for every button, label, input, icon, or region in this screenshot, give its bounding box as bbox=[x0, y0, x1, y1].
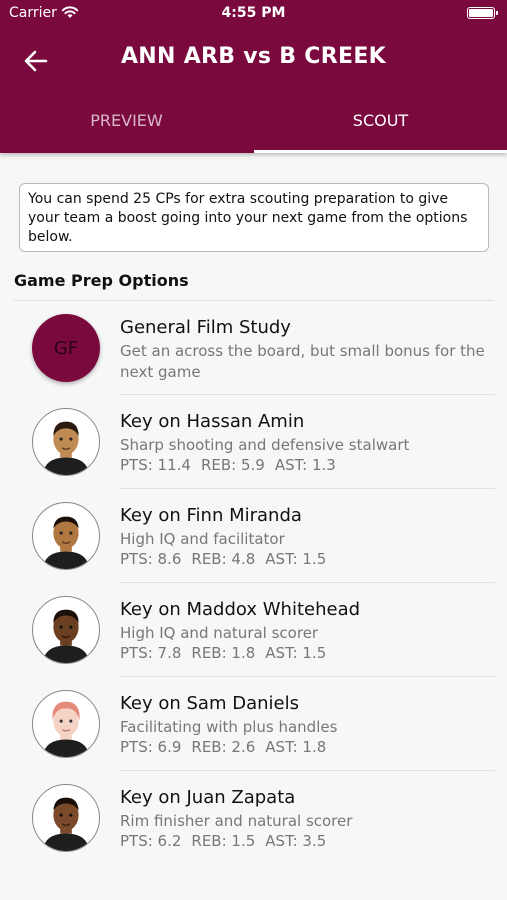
option-title: Key on Hassan Amin bbox=[120, 411, 305, 432]
option-description: High IQ and natural scorer bbox=[120, 624, 319, 642]
option-player[interactable]: Key on Juan Zapata Rim finisher and natu… bbox=[0, 771, 507, 865]
option-description: Get an across the board, but small bonus… bbox=[120, 342, 485, 381]
player-avatar bbox=[32, 408, 100, 476]
scouting-info-box: You can spend 25 CPs for extra scouting … bbox=[19, 183, 489, 252]
player-avatar bbox=[32, 596, 100, 664]
active-tab-indicator bbox=[254, 150, 507, 153]
option-title: General Film Study bbox=[120, 317, 291, 338]
player-stats: PTS: 6.2 REB: 1.5 AST: 3.5 bbox=[120, 832, 336, 850]
player-avatar bbox=[32, 502, 100, 570]
option-player[interactable]: Key on Finn Miranda High IQ and facilita… bbox=[0, 489, 507, 583]
player-stats: PTS: 6.9 REB: 2.6 AST: 1.8 bbox=[120, 738, 336, 756]
stat-ast: AST: 1.3 bbox=[274, 456, 336, 474]
option-description: Rim finisher and natural scorer bbox=[120, 812, 353, 830]
option-title: Key on Finn Miranda bbox=[120, 505, 302, 526]
option-general-film-study[interactable]: GF General Film Study Get an across the … bbox=[0, 301, 507, 395]
stat-reb: REB: 2.6 bbox=[191, 738, 256, 756]
stat-reb: REB: 1.5 bbox=[191, 832, 256, 850]
option-description: High IQ and facilitator bbox=[120, 530, 285, 548]
player-avatar-icon bbox=[42, 421, 90, 475]
player-stats: PTS: 11.4 REB: 5.9 AST: 1.3 bbox=[120, 456, 346, 474]
option-title: Key on Sam Daniels bbox=[120, 693, 299, 714]
option-title: Key on Juan Zapata bbox=[120, 787, 296, 808]
option-player[interactable]: Key on Hassan Amin Sharp shooting and de… bbox=[0, 395, 507, 489]
battery-icon bbox=[467, 7, 498, 19]
player-stats: PTS: 7.8 REB: 1.8 AST: 1.5 bbox=[120, 644, 336, 662]
player-stats: PTS: 8.6 REB: 4.8 AST: 1.5 bbox=[120, 550, 336, 568]
player-avatar-icon bbox=[42, 516, 90, 569]
stat-ast: AST: 3.5 bbox=[265, 832, 327, 850]
stat-pts: PTS: 8.6 bbox=[120, 550, 182, 568]
player-avatar-icon bbox=[42, 797, 90, 851]
player-avatar-icon bbox=[42, 609, 90, 663]
status-bar: Carrier 4:55 PM bbox=[0, 0, 507, 28]
stat-pts: PTS: 11.4 bbox=[120, 456, 191, 474]
page-title: ANN ARB vs B CREEK bbox=[120, 44, 387, 69]
stat-reb: REB: 1.8 bbox=[191, 644, 256, 662]
game-prep-options-list: GF General Film Study Get an across the … bbox=[0, 301, 507, 865]
option-player[interactable]: Key on Sam Daniels Facilitating with plu… bbox=[0, 677, 507, 771]
option-description: Facilitating with plus handles bbox=[120, 718, 338, 736]
stat-pts: PTS: 6.2 bbox=[120, 832, 182, 850]
option-player[interactable]: Key on Maddox Whitehead High IQ and natu… bbox=[0, 583, 507, 677]
player-avatar bbox=[32, 784, 100, 852]
player-avatar bbox=[32, 690, 100, 758]
stat-reb: REB: 4.8 bbox=[191, 550, 256, 568]
stat-ast: AST: 1.8 bbox=[265, 738, 327, 756]
stat-ast: AST: 1.5 bbox=[265, 550, 327, 568]
back-arrow-icon[interactable] bbox=[22, 47, 50, 75]
section-title: Game Prep Options bbox=[14, 271, 189, 290]
stat-pts: PTS: 6.9 bbox=[120, 738, 182, 756]
stat-ast: AST: 1.5 bbox=[265, 644, 327, 662]
option-description: Sharp shooting and defensive stalwart bbox=[120, 436, 410, 454]
stat-pts: PTS: 7.8 bbox=[120, 644, 182, 662]
option-title: Key on Maddox Whitehead bbox=[120, 599, 361, 620]
scouting-info-text: You can spend 25 CPs for extra scouting … bbox=[28, 191, 468, 245]
stat-reb: REB: 5.9 bbox=[200, 456, 265, 474]
status-time: 4:55 PM bbox=[221, 5, 286, 21]
tab-scout[interactable]: SCOUT bbox=[254, 100, 507, 153]
general-film-avatar: GF bbox=[32, 314, 100, 382]
tab-preview[interactable]: PREVIEW bbox=[0, 100, 253, 153]
app-header: Carrier 4:55 PM ANN ARB vs B CREEK PREVI… bbox=[0, 0, 507, 153]
general-film-initials: GF bbox=[53, 337, 79, 359]
player-avatar-icon bbox=[42, 701, 90, 757]
